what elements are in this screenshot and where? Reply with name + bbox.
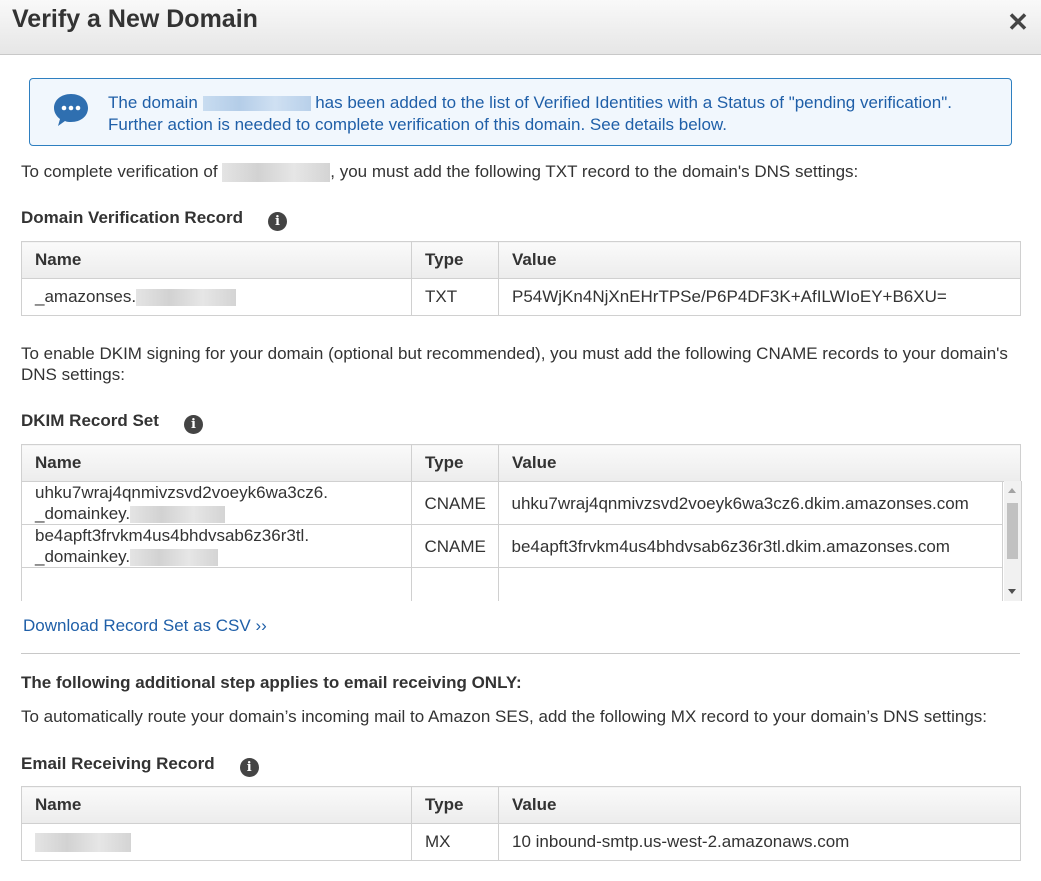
- scroll-down-arrow-icon[interactable]: [1008, 589, 1016, 594]
- record-name-line1: be4apft3frvkm4us4bhdvsab6z36r3tl.: [35, 526, 310, 545]
- info-icon[interactable]: i: [183, 415, 203, 434]
- record-value[interactable]: be4apft3frvkm4us4bhdvsab6z36r3tl.dkim.am…: [497, 524, 1003, 568]
- info-icon[interactable]: i: [268, 212, 287, 231]
- email-receiving-table: Name Type Value MX 10 inbound-smtp.us-we…: [21, 786, 1021, 861]
- dkim-intro: To enable DKIM signing for your domain (…: [21, 344, 1008, 384]
- record-type-partial: [410, 567, 499, 601]
- record-type: MX: [411, 823, 499, 861]
- table-row: [22, 567, 1003, 601]
- dialog-titlebar: Verify a New Domain ✕: [0, 0, 1041, 55]
- dkim-table-header: Name Type Value: [21, 444, 1021, 482]
- record-value[interactable]: 10 inbound-smtp.us-west-2.amazonaws.com: [498, 823, 1021, 861]
- record-type: TXT: [411, 278, 499, 316]
- table-header-row: Name Type Value: [21, 786, 1021, 824]
- table-row: be4apft3frvkm4us4bhdvsab6z36r3tl. _domain…: [22, 524, 1003, 568]
- column-header-type[interactable]: Type: [411, 444, 499, 482]
- redacted-domain: [35, 833, 131, 852]
- info-icon[interactable]: i: [239, 758, 259, 777]
- column-header-value[interactable]: Value: [498, 444, 1021, 482]
- dkim-heading: DKIM Record Set i: [21, 411, 203, 434]
- section-divider: [21, 653, 1020, 654]
- scrollbar-thumb[interactable]: [1007, 503, 1018, 559]
- table-row: uhku7wraj4qnmivzsvd2voeyk6wa3cz6. _domain…: [22, 481, 1003, 525]
- record-type: CNAME: [410, 481, 499, 525]
- record-name-partial: [22, 567, 412, 601]
- redacted-domain: [222, 163, 331, 183]
- column-header-value[interactable]: Value: [498, 786, 1021, 824]
- email-receiving-heading-label: Email Receiving Record: [21, 754, 215, 773]
- info-alert: The domain has been added to the list of…: [29, 78, 1012, 146]
- txt-intro: To complete verification of , you must a…: [21, 161, 859, 183]
- txt-intro-before: To complete verification of: [21, 162, 223, 181]
- scroll-up-arrow-icon[interactable]: [1008, 488, 1016, 493]
- column-header-type[interactable]: Type: [411, 786, 499, 824]
- record-name: be4apft3frvkm4us4bhdvsab6z36r3tl. _domain…: [22, 524, 412, 568]
- txt-intro-after: , you must add the following TXT record …: [330, 162, 859, 181]
- redacted-domain: [136, 289, 237, 307]
- column-header-value[interactable]: Value: [498, 241, 1021, 279]
- record-name: _amazonses.: [21, 278, 412, 316]
- column-header-name[interactable]: Name: [21, 241, 412, 279]
- dkim-table: uhku7wraj4qnmivzsvd2voeyk6wa3cz6. _domain…: [22, 481, 1003, 601]
- redacted-domain: [130, 549, 219, 567]
- record-name: [21, 823, 412, 861]
- record-type: CNAME: [410, 524, 499, 568]
- email-receiving-heading: Email Receiving Record i: [21, 754, 259, 777]
- record-name-line2: _domainkey.: [35, 547, 131, 566]
- table-row: MX 10 inbound-smtp.us-west-2.amazonaws.c…: [21, 823, 1021, 861]
- download-csv-link[interactable]: Download Record Set as CSV ››: [23, 616, 267, 636]
- domain-verification-heading-label: Domain Verification Record: [21, 208, 243, 227]
- record-value[interactable]: P54WjKn4NjXnEHrTPSe/P6P4DF3K+AfILWIoEY+B…: [498, 278, 1021, 316]
- domain-verification-heading: Domain Verification Record i: [21, 208, 287, 231]
- dkim-heading-label: DKIM Record Set: [21, 411, 159, 430]
- info-text-before: The domain: [108, 93, 203, 112]
- close-icon[interactable]: ✕: [1005, 9, 1031, 36]
- record-name: uhku7wraj4qnmivzsvd2voeyk6wa3cz6. _domain…: [22, 481, 412, 525]
- receiving-step-heading: The following additional step applies to…: [21, 673, 522, 692]
- redacted-domain: [202, 96, 311, 112]
- record-value[interactable]: uhku7wraj4qnmivzsvd2voeyk6wa3cz6.dkim.am…: [497, 481, 1003, 525]
- column-header-name[interactable]: Name: [21, 786, 412, 824]
- table-row: _amazonses. TXT P54WjKn4NjXnEHrTPSe/P6P4…: [21, 278, 1021, 316]
- column-header-type[interactable]: Type: [411, 241, 499, 279]
- dkim-table-scroll[interactable]: uhku7wraj4qnmivzsvd2voeyk6wa3cz6. _domain…: [21, 481, 1022, 601]
- table-header-row: Name Type Value: [21, 241, 1021, 279]
- record-value-partial: [497, 567, 1003, 601]
- info-message: The domain has been added to the list of…: [108, 92, 998, 136]
- domain-verification-table: Name Type Value _amazonses. TXT P54WjKn4…: [21, 241, 1021, 316]
- dialog-title: Verify a New Domain: [12, 5, 258, 33]
- redacted-domain: [130, 506, 226, 524]
- record-name-line1: uhku7wraj4qnmivzsvd2voeyk6wa3cz6.: [35, 483, 328, 502]
- column-header-name[interactable]: Name: [21, 444, 412, 482]
- receiving-intro: To automatically route your domain’s inc…: [21, 707, 988, 726]
- record-name-prefix: _amazonses.: [35, 287, 137, 306]
- speech-bubble-icon: [52, 92, 90, 133]
- table-header-row: Name Type Value: [21, 444, 1021, 482]
- vertical-scrollbar[interactable]: [1004, 481, 1021, 601]
- record-name-line2: _domainkey.: [35, 504, 131, 523]
